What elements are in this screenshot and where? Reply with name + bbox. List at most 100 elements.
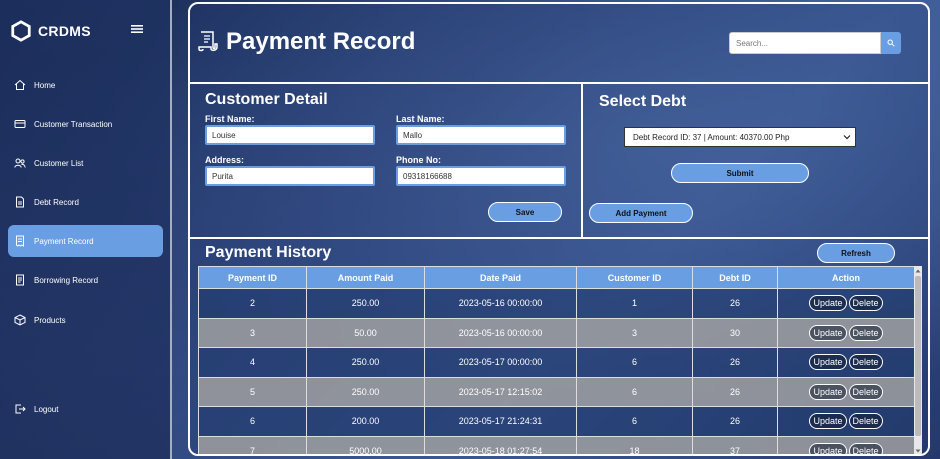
payment-history-table: Payment ID Amount Paid Date Paid Custome…: [198, 266, 914, 454]
date-paid-cell: 2023-05-18 01:27:54: [424, 435, 577, 454]
action-cell: Update Delete: [777, 288, 914, 319]
page-header: Payment Record: [190, 4, 928, 84]
users-icon: [14, 158, 26, 168]
sidebar-item-payment-record[interactable]: Payment Record: [8, 225, 163, 257]
hamburger-menu-icon[interactable]: [130, 22, 144, 36]
update-button[interactable]: Update: [809, 295, 847, 312]
amount-paid-cell: 250.00: [306, 347, 425, 378]
column-header[interactable]: Payment ID: [198, 266, 307, 289]
table-row[interactable]: 6 200.00 2023-05-17 21:24:31 6 26 Update…: [198, 406, 914, 437]
transaction-icon: [14, 120, 26, 128]
column-header[interactable]: Customer ID: [576, 266, 693, 289]
amount-paid-cell: 200.00: [306, 406, 425, 437]
first-name-field[interactable]: [205, 125, 375, 145]
box-icon: [14, 314, 26, 326]
scroll-down-icon[interactable]: [915, 448, 921, 454]
search-input[interactable]: [729, 32, 881, 54]
sidebar-item-products[interactable]: Products: [8, 304, 163, 336]
delete-button[interactable]: Delete: [848, 413, 883, 430]
delete-button[interactable]: Delete: [848, 354, 883, 371]
search-button[interactable]: [881, 32, 901, 54]
date-paid-cell: 2023-05-17 00:00:00: [424, 347, 577, 378]
sidebar-item-label: Logout: [34, 404, 59, 414]
payment-id-cell: 6: [198, 406, 307, 437]
delete-button[interactable]: Delete: [848, 324, 883, 341]
payment-history-title: Payment History: [205, 244, 332, 261]
payment-id-cell: 4: [198, 347, 307, 378]
column-header[interactable]: Date Paid: [424, 266, 577, 289]
search-bar: [729, 32, 901, 54]
receipt-icon: [16, 235, 24, 247]
refresh-button[interactable]: Refresh: [817, 243, 895, 263]
delete-button[interactable]: Delete: [848, 442, 883, 454]
receipt-icon: [198, 31, 218, 52]
page-title: Payment Record: [226, 28, 416, 55]
sidebar-item-debt-record[interactable]: Debt Record: [8, 186, 163, 218]
update-button[interactable]: Update: [809, 413, 847, 430]
last-name-field[interactable]: [396, 125, 566, 145]
address-label: Address:: [205, 155, 245, 165]
select-debt-title: Select Debt: [599, 93, 687, 110]
search-icon: [887, 39, 895, 47]
date-paid-cell: 2023-05-17 12:15:02: [424, 376, 577, 407]
table-row[interactable]: 5 250.00 2023-05-17 12:15:02 6 26 Update…: [198, 376, 914, 407]
brand: CRDMS: [10, 20, 91, 42]
action-cell: Update Delete: [777, 347, 914, 378]
debt-id-cell: 26: [692, 288, 778, 319]
customer-id-cell: 6: [576, 376, 693, 407]
update-button[interactable]: Update: [809, 442, 847, 454]
select-debt-panel: Select Debt Debt Record ID: 37 | Amount:…: [583, 84, 928, 239]
sidebar-item-borrowing-record[interactable]: Borrowing Record: [8, 264, 163, 296]
table-row[interactable]: 3 50.00 2023-05-16 00:00:00 3 30 Update D…: [198, 317, 914, 348]
date-paid-cell: 2023-05-16 00:00:00: [424, 317, 577, 348]
sidebar: CRDMS Home Customer Transaction Customer…: [0, 0, 172, 459]
column-header[interactable]: Amount Paid: [306, 266, 425, 289]
payment-id-cell: 2: [198, 288, 307, 319]
delete-button[interactable]: Delete: [848, 295, 883, 312]
payment-id-cell: 7: [198, 435, 307, 454]
table-row[interactable]: 2 250.00 2023-05-16 00:00:00 1 26 Update…: [198, 288, 914, 319]
logout-icon: [15, 404, 26, 414]
update-button[interactable]: Update: [809, 354, 847, 371]
debt-select-value: Debt Record ID: 37 | Amount: 40370.00 Ph…: [633, 132, 790, 142]
customer-id-cell: 6: [576, 406, 693, 437]
table-row[interactable]: 4 250.00 2023-05-17 00:00:00 6 26 Update…: [198, 347, 914, 378]
table-scrollbar[interactable]: [914, 266, 922, 454]
table-row[interactable]: 7 5000.00 2023-05-18 01:27:54 18 37 Upda…: [198, 435, 914, 454]
customer-id-cell: 6: [576, 347, 693, 378]
sidebar-item-label: Customer Transaction: [34, 119, 113, 129]
file-icon: [16, 274, 24, 286]
address-field[interactable]: [205, 166, 375, 186]
amount-paid-cell: 250.00: [306, 376, 425, 407]
scroll-thumb[interactable]: [915, 276, 921, 436]
brand-name: CRDMS: [38, 23, 91, 39]
column-header[interactable]: Action: [777, 266, 914, 289]
add-payment-button[interactable]: Add Payment: [589, 203, 693, 223]
column-header[interactable]: Debt ID: [692, 266, 778, 289]
delete-button[interactable]: Delete: [848, 383, 883, 400]
submit-button[interactable]: Submit: [671, 163, 809, 183]
sidebar-item-customer-transaction[interactable]: Customer Transaction: [8, 108, 163, 140]
phone-field[interactable]: [396, 166, 566, 186]
action-cell: Update Delete: [777, 435, 914, 454]
update-button[interactable]: Update: [809, 383, 847, 400]
phone-label: Phone No:: [396, 155, 441, 165]
sidebar-item-customer-list[interactable]: Customer List: [8, 147, 163, 179]
document-icon: [16, 196, 24, 208]
amount-paid-cell: 5000.00: [306, 435, 425, 454]
chevron-down-icon: [843, 135, 851, 140]
first-name-label: First Name:: [205, 114, 255, 124]
amount-paid-cell: 250.00: [306, 288, 425, 319]
sidebar-item-home[interactable]: Home: [8, 69, 163, 101]
customer-detail-panel: Customer Detail First Name: Last Name: A…: [190, 84, 583, 239]
save-button[interactable]: Save: [488, 202, 562, 222]
sidebar-item-label: Payment Record: [34, 236, 94, 246]
scroll-up-icon[interactable]: [915, 268, 921, 274]
hexagon-logo-icon: [11, 20, 31, 42]
sidebar-item-logout[interactable]: Logout: [8, 393, 163, 425]
main-panel: Payment Record Customer Detail First Nam…: [188, 2, 930, 456]
date-paid-cell: 2023-05-16 00:00:00: [424, 288, 577, 319]
update-button[interactable]: Update: [809, 324, 847, 341]
debt-select[interactable]: Debt Record ID: 37 | Amount: 40370.00 Ph…: [624, 127, 856, 147]
debt-id-cell: 30: [692, 317, 778, 348]
